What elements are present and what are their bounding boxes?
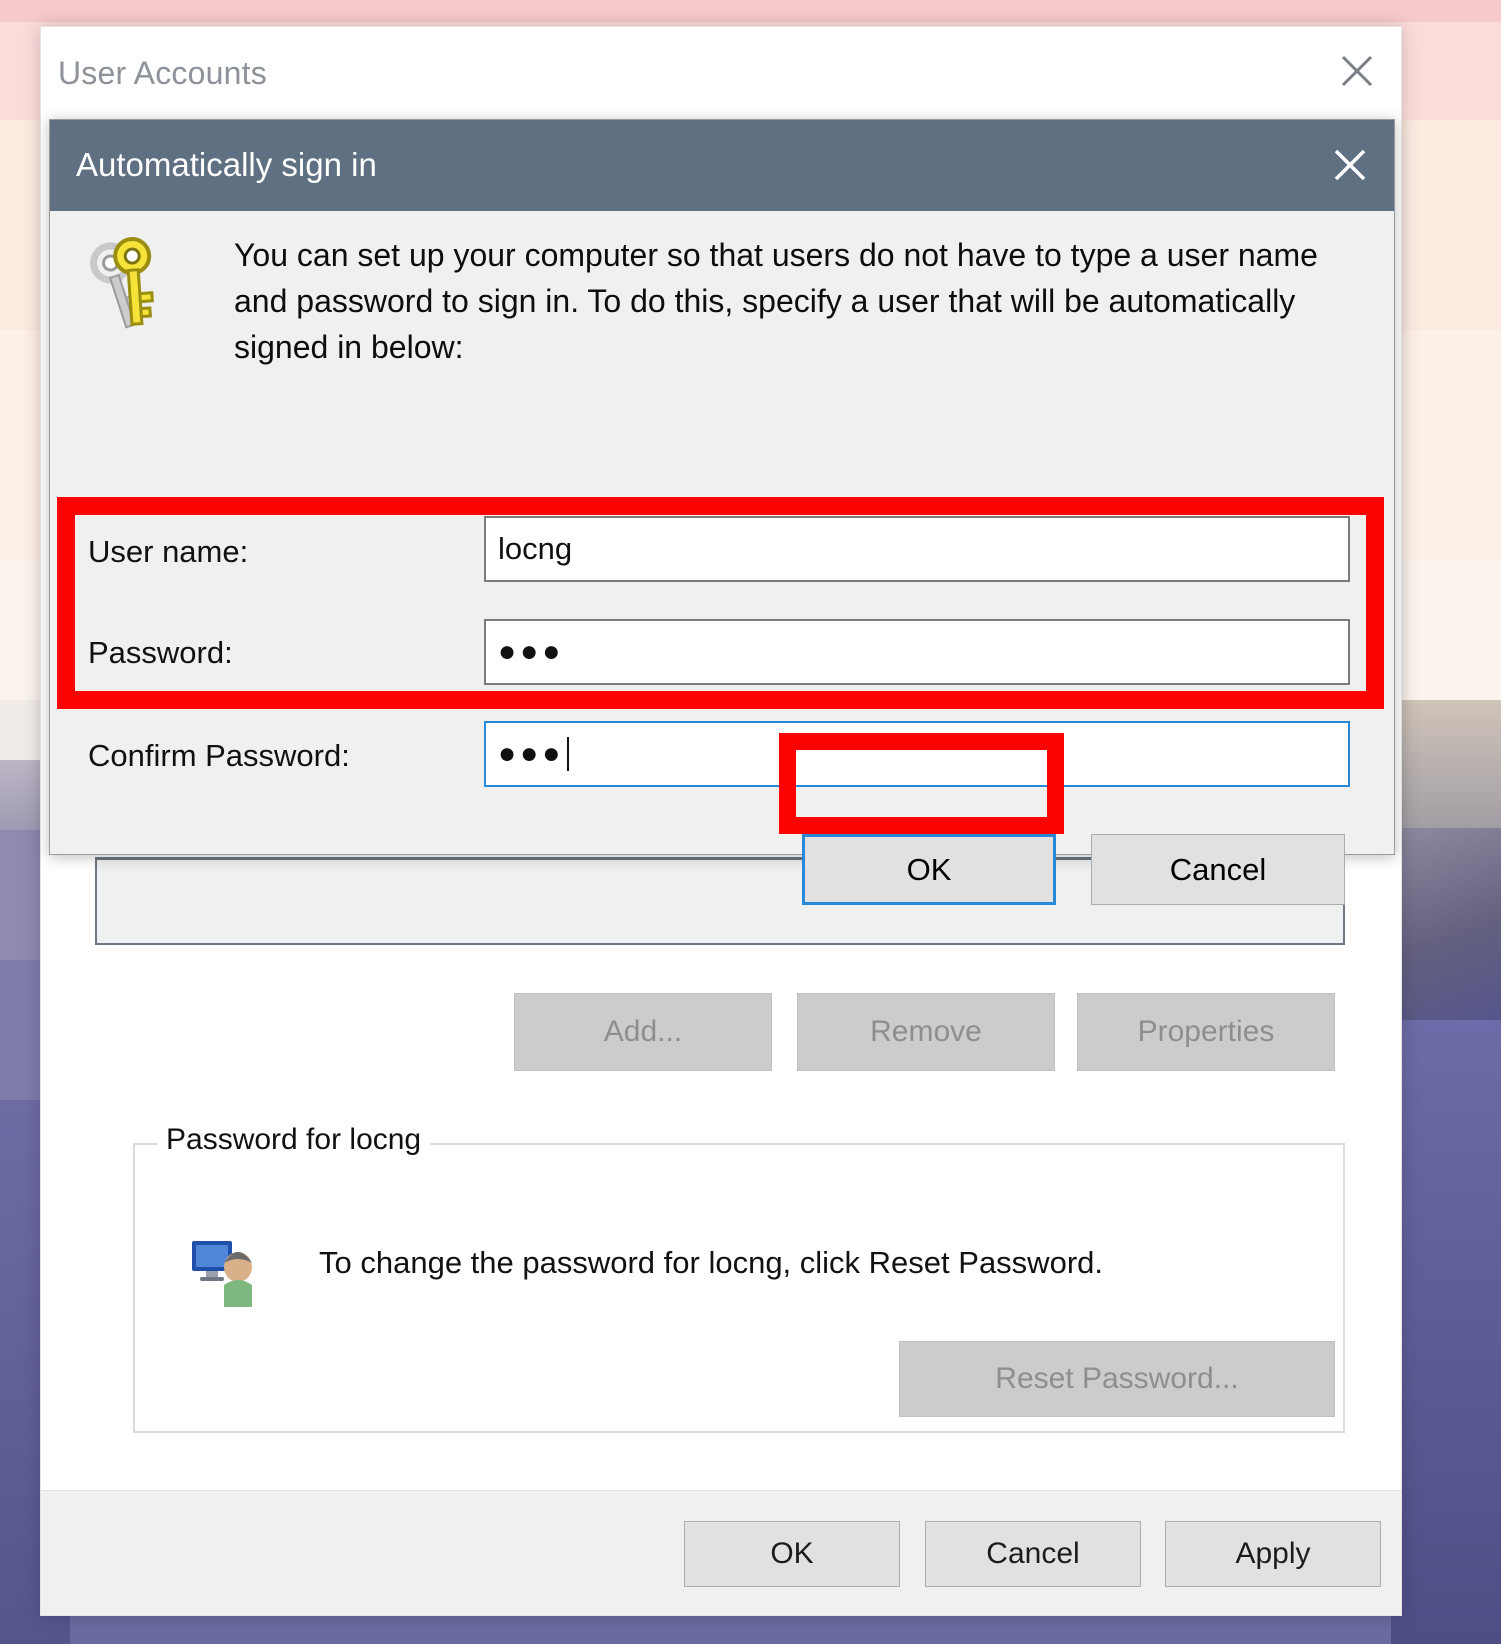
wallpaper-sky-stripe bbox=[0, 0, 1501, 22]
user-accounts-footer: OK Cancel Apply bbox=[41, 1490, 1401, 1615]
remove-user-button: Remove bbox=[797, 993, 1055, 1071]
user-name-input[interactable]: locng bbox=[484, 516, 1350, 582]
cancel-button-main[interactable]: Cancel bbox=[925, 1521, 1141, 1587]
confirm-password-label: Confirm Password: bbox=[88, 738, 350, 773]
password-group-box: Password for locng To change the passwor… bbox=[133, 1123, 1345, 1433]
modal-intro-text: You can set up your computer so that use… bbox=[234, 237, 1318, 365]
user-account-icon bbox=[190, 1237, 264, 1309]
reset-password-button: Reset Password... bbox=[899, 1341, 1335, 1417]
ok-button[interactable]: OK bbox=[802, 834, 1056, 905]
text-cursor bbox=[567, 737, 570, 771]
password-group-legend: Password for locng bbox=[157, 1123, 431, 1157]
cancel-button[interactable]: Cancel bbox=[1091, 834, 1345, 905]
confirm-password-input[interactable]: ●●● bbox=[484, 721, 1350, 787]
key-icon bbox=[82, 234, 178, 334]
close-icon[interactable] bbox=[1322, 140, 1378, 190]
user-name-label: User name: bbox=[88, 534, 249, 569]
confirm-password-masked-value: ●●● bbox=[498, 737, 565, 770]
user-accounts-titlebar: User Accounts bbox=[41, 27, 1401, 113]
password-group-description: To change the password for locng, click … bbox=[319, 1245, 1103, 1280]
ok-button-main[interactable]: OK bbox=[684, 1521, 900, 1587]
wallpaper-ridge bbox=[1391, 700, 1501, 840]
modal-titlebar: Automatically sign in bbox=[50, 120, 1394, 211]
user-accounts-title: User Accounts bbox=[58, 55, 267, 91]
apply-button-main[interactable]: Apply bbox=[1165, 1521, 1381, 1587]
modal-title: Automatically sign in bbox=[76, 146, 377, 183]
automatically-sign-in-dialog: Automatically sign in You can set up you… bbox=[49, 119, 1395, 905]
modal-body: You can set up your computer so that use… bbox=[50, 211, 1394, 905]
password-masked-value: ●●● bbox=[498, 635, 565, 668]
wallpaper-rock bbox=[1391, 828, 1501, 1028]
password-input[interactable]: ●●● bbox=[484, 619, 1350, 685]
wallpaper-mountain-right bbox=[1391, 1020, 1501, 1644]
add-user-button: Add... bbox=[514, 993, 772, 1071]
close-icon[interactable] bbox=[1331, 49, 1383, 93]
password-label: Password: bbox=[88, 635, 233, 670]
user-properties-button: Properties bbox=[1077, 993, 1335, 1071]
